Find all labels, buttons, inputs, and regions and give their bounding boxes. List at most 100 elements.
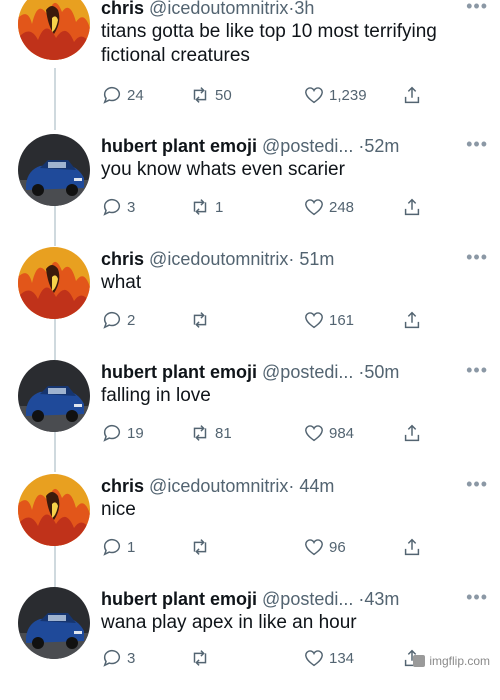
retweet-button[interactable]: [189, 534, 215, 560]
timestamp[interactable]: 52m: [364, 136, 399, 156]
more-options-icon[interactable]: •••: [466, 587, 488, 607]
avatar[interactable]: [18, 0, 90, 60]
share-button[interactable]: [401, 307, 427, 333]
display-name[interactable]: hubert plant emoji: [101, 136, 257, 156]
like-button[interactable]: 134: [303, 645, 354, 671]
avatar[interactable]: [18, 247, 90, 319]
avatar[interactable]: [18, 360, 90, 432]
separator-dot: ·: [288, 249, 295, 269]
user-handle[interactable]: @postedi...: [262, 136, 353, 156]
reply-button[interactable]: 24: [101, 82, 144, 108]
display-name[interactable]: chris: [101, 476, 144, 496]
timestamp[interactable]: 50m: [364, 362, 399, 382]
fire-avatar-image: [18, 474, 90, 546]
like-button[interactable]: 161: [303, 307, 354, 333]
like-count: 161: [329, 311, 355, 329]
reply-button[interactable]: 19: [101, 420, 144, 446]
retweet-count: 81: [215, 424, 232, 442]
share-button[interactable]: [401, 194, 427, 220]
like-button[interactable]: 1,239: [303, 82, 367, 108]
tweet-actions: 2 161: [101, 307, 431, 333]
reply-icon: [103, 538, 120, 556]
car-avatar-image: [18, 587, 90, 659]
retweet-button[interactable]: 50: [189, 82, 232, 108]
tweet-actions: 3 1 248: [101, 194, 431, 220]
display-name[interactable]: hubert plant emoji: [101, 589, 257, 609]
tweet-text: titans gotta be like top 10 most terrify…: [101, 21, 437, 66]
tweet-actions: 19 81 984: [101, 420, 431, 446]
reply-icon: [103, 86, 120, 104]
timestamp[interactable]: 43m: [364, 589, 399, 609]
heart-icon: [305, 312, 323, 329]
timestamp[interactable]: 44m: [299, 476, 334, 496]
avatar[interactable]: [18, 587, 90, 659]
tweet-text: nice: [101, 499, 136, 520]
watermark-text: imgflip.com: [429, 654, 490, 668]
more-options-icon[interactable]: •••: [466, 247, 488, 267]
reply-count: 3: [127, 198, 136, 216]
share-icon: [404, 198, 420, 216]
share-icon: [404, 311, 420, 329]
share-icon: [404, 538, 420, 556]
like-button[interactable]: 248: [303, 194, 354, 220]
car-avatar-image: [18, 360, 90, 432]
tweet[interactable]: chris @icedoutomnitrix· 51m ••• what 2 1…: [0, 247, 500, 360]
imgflip-logo-icon: [413, 655, 426, 667]
display-name[interactable]: chris: [101, 249, 144, 269]
tweet[interactable]: chris @icedoutomnitrix· 44m ••• nice 1 9…: [0, 474, 500, 587]
imgflip-watermark: imgflip.com: [413, 654, 490, 668]
fire-avatar-image: [18, 247, 90, 319]
share-icon: [404, 424, 420, 442]
tweet-header: chris @icedoutomnitrix·3h: [101, 0, 486, 20]
more-options-icon[interactable]: •••: [466, 474, 488, 494]
avatar[interactable]: [18, 134, 90, 206]
tweet[interactable]: hubert plant emoji @postedi... ·52m ••• …: [0, 134, 500, 247]
tweet[interactable]: hubert plant emoji @postedi... ·50m ••• …: [0, 360, 500, 473]
timestamp[interactable]: 3h: [294, 0, 314, 18]
share-icon: [404, 86, 420, 104]
share-button[interactable]: [401, 82, 427, 108]
user-handle[interactable]: @icedoutomnitrix: [149, 0, 288, 18]
more-options-icon[interactable]: •••: [466, 134, 488, 154]
tweet-thread: chris @icedoutomnitrix·3h ••• titans got…: [0, 0, 500, 672]
like-button[interactable]: 984: [303, 420, 354, 446]
tweet[interactable]: chris @icedoutomnitrix·3h ••• titans got…: [0, 0, 500, 109]
user-handle[interactable]: @postedi...: [262, 362, 353, 382]
timestamp[interactable]: 51m: [299, 249, 334, 269]
reply-button[interactable]: 2: [101, 307, 135, 333]
avatar[interactable]: [18, 474, 90, 546]
retweet-button[interactable]: [189, 645, 215, 671]
reply-button[interactable]: 3: [101, 645, 135, 671]
tweet[interactable]: hubert plant emoji @postedi... ·43m ••• …: [0, 587, 500, 700]
like-count: 96: [329, 538, 346, 556]
reply-count: 2: [127, 311, 136, 329]
tweet-actions: 24 50 1,239: [101, 82, 431, 108]
reply-count: 24: [127, 86, 144, 104]
tweet-header: hubert plant emoji @postedi... ·52m: [101, 134, 486, 158]
reply-button[interactable]: 1: [101, 534, 135, 560]
more-options-icon[interactable]: •••: [466, 0, 488, 16]
retweet-button[interactable]: [189, 307, 215, 333]
heart-icon: [305, 87, 323, 104]
retweet-icon: [193, 312, 207, 328]
fire-avatar-image: [18, 0, 90, 60]
retweet-button[interactable]: 1: [189, 194, 223, 220]
user-handle[interactable]: @icedoutomnitrix: [149, 476, 288, 496]
tweet-actions: 1 96: [101, 534, 431, 560]
tweet-text: what: [101, 272, 142, 293]
retweet-button[interactable]: 81: [189, 420, 232, 446]
display-name[interactable]: chris: [101, 0, 144, 18]
more-options-icon[interactable]: •••: [466, 360, 488, 380]
user-handle[interactable]: @postedi...: [262, 589, 353, 609]
user-handle[interactable]: @icedoutomnitrix: [149, 249, 288, 269]
like-count: 1,239: [329, 86, 367, 104]
display-name[interactable]: hubert plant emoji: [101, 362, 257, 382]
like-button[interactable]: 96: [303, 534, 346, 560]
heart-icon: [305, 539, 323, 556]
reply-count: 3: [127, 649, 136, 667]
reply-icon: [103, 424, 120, 442]
heart-icon: [305, 425, 323, 442]
reply-button[interactable]: 3: [101, 194, 135, 220]
share-button[interactable]: [401, 420, 427, 446]
share-button[interactable]: [401, 534, 427, 560]
